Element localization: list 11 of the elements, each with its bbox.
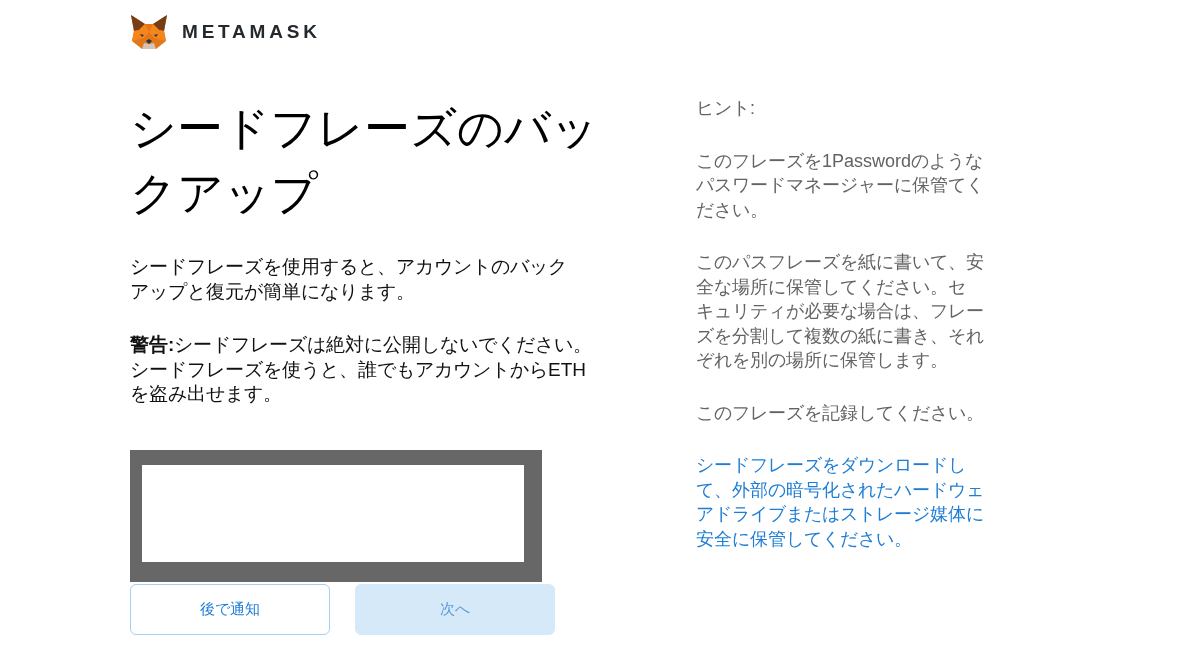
fox-logo-icon xyxy=(130,14,168,50)
body-paragraph: 警告:シードフレーズは絶対に公開しないでください。シードフレーズを使うと、誰でもアカウントからETHを盗み出せます。 xyxy=(130,333,594,406)
download-link[interactable]: シードフレーズをダウンロードして、外部の暗号化されたハードウェアドライブまたはストレージ媒体に安全に保管してください。 xyxy=(696,453,996,551)
tips-heading: ヒント: xyxy=(696,97,756,120)
tip-text: このフレーズを記録してください。 xyxy=(696,401,985,425)
tip-text: このパスフレーズを紙に書いて、安全な場所に保管してください。セキュリティが必要な場合は、フレーズを分割して複数の紙に書き、それぞれを別の場所に保管します。 xyxy=(696,251,985,372)
tip-text: このフレーズを1Passwordのようなパスワードマネージャーに保管てください。 xyxy=(696,149,985,222)
page-title: シードフレーズのバックアップ xyxy=(130,101,599,221)
body-paragraph: シードフレーズを使用すると、アカウントのバックアップと復元が簡単になります。 xyxy=(130,255,568,304)
remind-later-button[interactable]: 後で通知 xyxy=(130,583,330,635)
logo-text: METAMASK xyxy=(182,19,321,44)
